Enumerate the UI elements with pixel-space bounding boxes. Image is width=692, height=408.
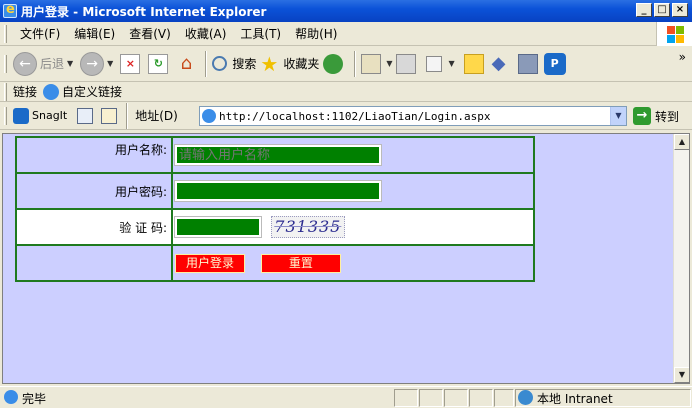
custom-links-link[interactable]: 自定义链接	[62, 83, 122, 100]
intranet-globe-icon	[518, 390, 533, 405]
username-row: 用户名称:	[15, 136, 535, 174]
captcha-row: 验 证 码: 731335	[15, 208, 535, 246]
search-icon	[212, 56, 228, 71]
status-panel	[494, 389, 514, 407]
go-label: 转到	[655, 109, 680, 124]
back-button[interactable]: ← 后退 ▼	[13, 51, 76, 76]
refresh-icon[interactable]: ↻	[148, 53, 169, 74]
username-label: 用户名称:	[15, 136, 173, 174]
back-dropdown-icon[interactable]: ▼	[67, 59, 73, 68]
grip-handle[interactable]	[4, 82, 7, 101]
status-text: 完毕	[22, 392, 47, 406]
password-label: 用户密码:	[15, 172, 173, 210]
back-arrow-icon: ←	[13, 51, 37, 76]
button-row: 用户登录 重置	[15, 244, 535, 282]
messenger-icon[interactable]: ◆	[492, 53, 512, 74]
mail-dropdown-icon[interactable]: ▼	[386, 59, 392, 68]
grip-handle[interactable]	[4, 24, 7, 43]
status-panel	[419, 389, 443, 407]
captcha-label: 验 证 码:	[15, 208, 173, 246]
address-dropdown-icon[interactable]: ▼	[610, 107, 626, 125]
links-label: 链接	[13, 85, 38, 99]
login-button[interactable]: 用户登录	[175, 253, 245, 273]
status-panel	[469, 389, 493, 407]
menu-edit[interactable]: 编辑(E)	[67, 25, 122, 42]
discuss-icon[interactable]	[463, 53, 484, 74]
snagit-edit-icon[interactable]	[101, 107, 118, 124]
grip-handle[interactable]	[4, 106, 7, 125]
menu-favorites[interactable]: 收藏(A)	[178, 25, 234, 42]
toolbar-overflow-icon[interactable]: »	[679, 50, 686, 64]
go-arrow-icon: →	[633, 107, 651, 125]
snagit-capture-icon[interactable]: P	[543, 52, 566, 75]
address-label: 地址(D)	[135, 109, 178, 123]
reset-button[interactable]: 重置	[260, 253, 341, 273]
captcha-input[interactable]	[174, 216, 262, 238]
standard-toolbar: ← 后退 ▼ → ▼ × ↻ ⌂ 搜索 ★ 收藏夹 ▼ ▼ ◆ P »	[0, 46, 692, 82]
window-controls: _ □ ×	[636, 3, 688, 17]
star-icon: ★	[260, 51, 279, 76]
search-button[interactable]: 搜索	[212, 55, 256, 72]
links-bar: 链接 自定义链接	[0, 82, 692, 102]
snagit-window-icon[interactable]	[77, 107, 94, 124]
address-url[interactable]: http://localhost:1102/LiaoTian/Login.asp…	[219, 110, 491, 123]
zone-text: 本地 Intranet	[537, 392, 613, 406]
address-bar: SnagIt 地址(D) http://localhost:1102/LiaoT…	[0, 102, 692, 130]
scroll-up-icon[interactable]: ▲	[674, 134, 689, 150]
edit-dropdown-icon[interactable]: ▼	[449, 59, 455, 68]
address-field[interactable]: http://localhost:1102/LiaoTian/Login.asp…	[199, 106, 627, 126]
vertical-scrollbar[interactable]: ▲ ▼	[673, 134, 689, 383]
forward-button[interactable]: → ▼	[80, 51, 116, 76]
toolbar-separator	[354, 50, 357, 77]
back-label: 后退	[40, 57, 65, 71]
status-panel	[394, 389, 418, 407]
minimize-button[interactable]: _	[636, 3, 652, 17]
ie-page-icon	[43, 83, 60, 100]
media-icon[interactable]	[323, 53, 344, 74]
go-button[interactable]: → 转到	[633, 107, 679, 125]
toolbar-separator	[126, 102, 129, 129]
scroll-down-icon[interactable]: ▼	[674, 367, 689, 383]
login-form-table: 用户名称: 用户密码: 验 证 码: 731335 用户登录 重置	[15, 136, 535, 282]
favorites-button[interactable]: ★ 收藏夹	[260, 54, 319, 74]
print-icon[interactable]	[395, 53, 416, 74]
menu-view[interactable]: 查看(V)	[122, 25, 178, 42]
menu-help[interactable]: 帮助(H)	[288, 25, 344, 42]
status-panel	[444, 389, 468, 407]
favorites-label: 收藏夹	[283, 57, 320, 71]
menu-tools[interactable]: 工具(T)	[233, 25, 288, 42]
title-bar: 用户登录 - Microsoft Internet Explorer _ □ ×	[0, 0, 692, 22]
stop-icon[interactable]: ×	[120, 53, 141, 74]
username-input[interactable]	[174, 144, 382, 166]
page-viewport: 用户名称: 用户密码: 验 证 码: 731335 用户登录 重置	[2, 133, 690, 384]
captcha-image[interactable]: 731335	[270, 216, 345, 238]
menu-bar: 文件(F) 编辑(E) 查看(V) 收藏(A) 工具(T) 帮助(H)	[0, 22, 692, 46]
toolbar-separator	[205, 50, 208, 77]
menu-file[interactable]: 文件(F)	[13, 25, 67, 42]
forward-arrow-icon: →	[80, 51, 105, 76]
status-bar: 完毕 本地 Intranet	[0, 386, 692, 408]
password-row: 用户密码:	[15, 172, 535, 210]
window-title: 用户登录 - Microsoft Internet Explorer	[21, 4, 267, 19]
snagit-button[interactable]: SnagIt	[32, 109, 67, 122]
research-icon[interactable]	[517, 53, 538, 74]
page-done-icon	[4, 390, 18, 404]
forward-dropdown-icon[interactable]: ▼	[107, 59, 113, 68]
mail-icon[interactable]	[361, 53, 382, 74]
search-label: 搜索	[232, 57, 257, 71]
password-input[interactable]	[174, 180, 382, 202]
windows-logo-icon	[656, 22, 692, 46]
ie-icon	[3, 2, 17, 18]
ie-page-icon	[202, 109, 216, 123]
edit-icon[interactable]	[425, 55, 442, 72]
maximize-button[interactable]: □	[654, 3, 670, 17]
grip-handle[interactable]	[4, 54, 7, 73]
close-button[interactable]: ×	[672, 3, 688, 17]
snagit-icon	[13, 107, 29, 124]
home-icon[interactable]: ⌂	[176, 53, 196, 74]
